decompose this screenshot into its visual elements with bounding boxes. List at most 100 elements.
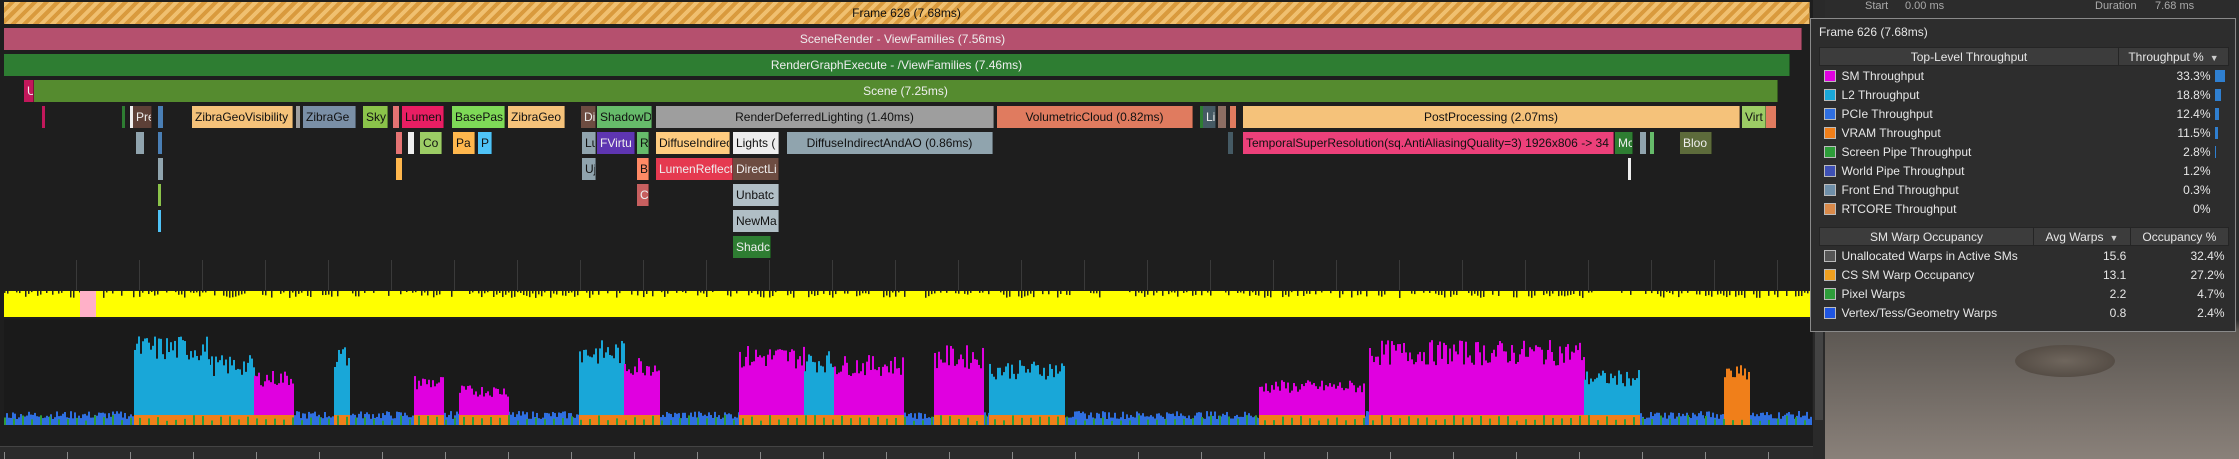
- pa-bar[interactable]: Pa: [453, 132, 475, 154]
- graph-segment: [160, 338, 162, 415]
- graph-segment: [164, 415, 166, 425]
- pre-bar[interactable]: Pre: [130, 106, 152, 128]
- event-sliver[interactable]: [136, 132, 144, 154]
- graph-segment: [1043, 415, 1045, 425]
- zibrage-bar[interactable]: ZibraGe: [303, 106, 356, 128]
- graph-segment: [760, 420, 762, 425]
- busy-tick: [1288, 291, 1290, 297]
- zibrageo-bar[interactable]: ZibraGeo: [508, 106, 565, 128]
- graph-segment: [1033, 361, 1035, 415]
- virt-bar[interactable]: Virt: [1742, 106, 1766, 128]
- event-sliver[interactable]: [296, 106, 300, 128]
- graph-segment: [832, 419, 834, 425]
- graph-segment: [330, 417, 332, 425]
- event-sliver[interactable]: [396, 132, 402, 154]
- scene-bar[interactable]: Scene (7.25ms): [34, 80, 1778, 102]
- graph-segment: [820, 365, 822, 415]
- directli-bar[interactable]: DirectLi: [733, 158, 779, 180]
- basepass-bar[interactable]: BasePas: [452, 106, 505, 128]
- throughput-bar: [2214, 146, 2216, 159]
- diffuseindirectandao-bar[interactable]: DiffuseIndirectAndAO (0.86ms): [787, 132, 993, 154]
- event-sliver[interactable]: [1628, 158, 1631, 180]
- event-sliver[interactable]: [158, 210, 161, 232]
- event-sliver[interactable]: [158, 106, 163, 128]
- busy-tick: [535, 291, 537, 298]
- uj-bar[interactable]: Uj: [582, 158, 596, 180]
- busy-tick: [337, 291, 339, 297]
- event-sliver[interactable]: [158, 132, 162, 154]
- graph-segment: [427, 415, 429, 425]
- bloom-bar[interactable]: Bloo: [1680, 132, 1712, 154]
- busy-tick: [814, 291, 816, 296]
- di-bar[interactable]: Di: [581, 106, 596, 128]
- busy-tick: [481, 291, 483, 298]
- r-bar[interactable]: R: [637, 132, 649, 154]
- graph-segment: [757, 415, 759, 425]
- timeline-ruler[interactable]: [0, 446, 1813, 459]
- event-sliver[interactable]: [42, 106, 45, 128]
- event-sliver[interactable]: [393, 106, 399, 128]
- lights-bar[interactable]: Lights (: [733, 132, 779, 154]
- rendergraphexecute-bar[interactable]: RenderGraphExecute - /ViewFamilies (7.46…: [4, 54, 1790, 76]
- postprocessing-bar[interactable]: PostProcessing (2.07ms): [1243, 106, 1740, 128]
- throughput-graph[interactable]: [4, 319, 1812, 425]
- renderdeferredlighting-bar[interactable]: RenderDeferredLighting (1.40ms): [656, 106, 994, 128]
- diffuseindirect-bar[interactable]: DiffuseIndirec: [656, 132, 730, 154]
- shadowd-bar[interactable]: ShadowD: [597, 106, 652, 128]
- graph-segment: [1023, 415, 1025, 425]
- zibrageovisibility-bar[interactable]: ZibraGeoVisibility: [192, 106, 293, 128]
- b-bar[interactable]: B: [637, 158, 649, 180]
- li-bar[interactable]: Li: [1203, 106, 1216, 128]
- temporalsuperresolution-bar[interactable]: TemporalSuperResolution(sq.AntiAliasingQ…: [1243, 132, 1614, 154]
- graph-segment: [1604, 415, 1606, 425]
- event-sliver[interactable]: [122, 106, 125, 128]
- grid-line: [1462, 260, 1463, 290]
- event-sliver[interactable]: [1200, 106, 1203, 128]
- busy-tick: [133, 291, 135, 298]
- postprocessing-tail[interactable]: [1766, 106, 1776, 128]
- graph-segment: [1439, 415, 1441, 425]
- busy-tick: [844, 291, 846, 294]
- throughput-header[interactable]: Top-Level Throughput: [1819, 47, 2119, 66]
- occupancy-header[interactable]: SM Warp Occupancy: [1819, 227, 2034, 246]
- u-bar[interactable]: U: [24, 80, 34, 102]
- graph-segment: [892, 373, 894, 415]
- event-sliver[interactable]: [396, 158, 402, 180]
- graph-segment: [616, 418, 618, 425]
- busy-tick: [514, 291, 516, 297]
- volumetriccloud-bar[interactable]: VolumetricCloud (0.82ms): [997, 106, 1193, 128]
- event-sliver[interactable]: [408, 132, 414, 154]
- busy-tick: [1570, 291, 1572, 295]
- lu-bar[interactable]: Lu: [582, 132, 596, 154]
- event-sliver[interactable]: [1640, 132, 1646, 154]
- occupancy-pct-header[interactable]: Occupancy %: [2129, 227, 2230, 246]
- throughput-pct-header[interactable]: Throughput % ▼: [2118, 47, 2229, 66]
- busy-tick: [1249, 291, 1251, 296]
- event-sliver[interactable]: [1218, 106, 1226, 128]
- event-sliver[interactable]: [158, 158, 163, 180]
- lumenreflect-bar[interactable]: LumenReflect: [656, 158, 733, 180]
- scenerender-bar[interactable]: SceneRender - ViewFamilies (7.56ms): [4, 28, 1802, 50]
- p-bar[interactable]: P: [478, 132, 492, 154]
- co-bar[interactable]: Co: [420, 132, 442, 154]
- event-sliver[interactable]: [1650, 132, 1654, 154]
- graph-segment: [1720, 414, 1722, 425]
- lumen-bar[interactable]: Lumen: [402, 106, 444, 128]
- shadow-bar[interactable]: Shadc: [733, 236, 771, 258]
- c-bar[interactable]: C: [637, 184, 649, 206]
- avg-warps-header[interactable]: Avg Warps ▼: [2033, 227, 2131, 246]
- newma-bar[interactable]: NewMa: [733, 210, 779, 232]
- mc-bar[interactable]: Mc: [1615, 132, 1633, 154]
- sky-bar[interactable]: Sky: [363, 106, 388, 128]
- unbatched-bar[interactable]: Unbatc: [733, 184, 779, 206]
- gpu-timeline[interactable]: Frame 626 (7.68ms) SceneRender - ViewFam…: [0, 0, 1813, 459]
- frame-bar[interactable]: Frame 626 (7.68ms): [4, 2, 1810, 24]
- event-sliver[interactable]: [158, 184, 161, 206]
- event-sliver[interactable]: [1228, 132, 1233, 154]
- event-sliver[interactable]: [1230, 106, 1236, 128]
- graph-segment: [739, 415, 741, 425]
- graph-segment: [1741, 419, 1743, 425]
- busy-tick: [1804, 291, 1806, 293]
- fvirtu-bar[interactable]: FVirtu: [597, 132, 635, 154]
- graph-segment: [920, 413, 922, 425]
